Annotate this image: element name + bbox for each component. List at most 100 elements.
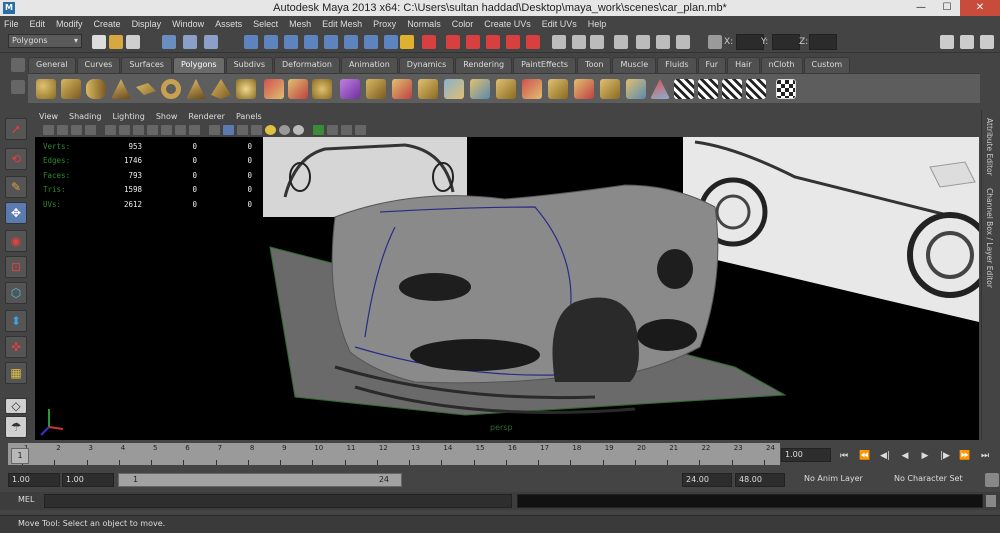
poly-sphere-icon[interactable] [36,79,56,99]
merge-vertices-icon[interactable] [522,79,542,99]
film-gate-icon[interactable] [119,125,130,135]
render-view-icon[interactable] [506,35,520,49]
preferences-icon[interactable] [985,473,999,487]
move-tool-icon[interactable]: ✥ [5,202,27,224]
outliner-layout-icon[interactable]: ☂ [5,416,27,438]
menu-assets[interactable]: Assets [215,19,242,29]
insert-edge-loop-icon[interactable] [470,79,490,99]
rotate-tool-icon[interactable]: ◉ [5,230,27,252]
select-tool-icon[interactable]: ➚ [5,118,27,140]
render-current-frame-icon[interactable] [422,35,436,49]
snap-point-icon[interactable] [284,35,298,49]
menu-proxy[interactable]: Proxy [373,19,396,29]
animation-start-field[interactable]: 1.00 [8,473,60,487]
menu-color[interactable]: Color [452,19,474,29]
panel-menu-panels[interactable]: Panels [236,110,262,123]
select-hierarchy-icon[interactable] [162,35,176,49]
menu-edit-uvs[interactable]: Edit UVs [542,19,577,29]
shadows-icon[interactable] [279,125,290,135]
render-settings-icon[interactable] [466,35,480,49]
smooth-shade-icon[interactable] [676,35,690,49]
shelf-tab-hair[interactable]: Hair [727,57,760,73]
close-button[interactable]: ✕ [960,0,1000,16]
grid-toggle-icon[interactable] [105,125,116,135]
menu-create-uvs[interactable]: Create UVs [484,19,531,29]
panel-menu-lighting[interactable]: Lighting [112,110,144,123]
menu-normals[interactable]: Normals [407,19,441,29]
xray-icon[interactable] [327,125,338,135]
automatic-mapping-icon[interactable] [746,79,766,99]
layout-four-icon[interactable] [572,35,586,49]
poly-cone-icon[interactable] [111,79,131,99]
shelf-tab-fur[interactable]: Fur [697,57,727,73]
snap-curve-icon[interactable] [264,35,278,49]
output-ops-icon[interactable] [384,35,398,49]
wireframe-on-shaded-icon[interactable] [237,125,248,135]
shelf-tab-general[interactable]: General [28,57,76,73]
shelf-tab-dynamics[interactable]: Dynamics [398,57,455,73]
layout-single-icon[interactable] [552,35,566,49]
step-back-key-button[interactable]: ⏪ [858,450,872,462]
bookmarks-icon[interactable] [71,125,82,135]
use-all-lights-icon[interactable] [265,125,276,135]
render-globals-icon[interactable] [526,35,540,49]
triangulate-icon[interactable] [626,79,646,99]
play-forwards-button[interactable]: ▶ [918,450,932,462]
shelf-tab-subdivs[interactable]: Subdivs [225,57,274,73]
fill-hole-icon[interactable] [600,79,620,99]
backface-culling-icon[interactable] [355,125,366,135]
single-perspective-layout-icon[interactable]: ◇ [5,398,27,414]
mel-label[interactable]: MEL [18,495,34,504]
wireframe-shading-icon[interactable] [209,125,220,135]
uv-texture-editor-icon[interactable] [776,79,796,99]
poly-pyramid-icon[interactable] [211,79,231,99]
shelf-menu-icon[interactable] [11,58,25,72]
select-component-icon[interactable] [204,35,218,49]
anim-layer-dropdown[interactable]: No Anim Layer [801,473,885,487]
ipr-render-icon[interactable] [446,35,460,49]
current-time-field[interactable]: 1.00 [781,448,831,462]
menu-edit[interactable]: Edit [30,19,46,29]
poly-prism-icon[interactable] [186,79,206,99]
step-forward-key-button[interactable]: ⏩ [958,450,972,462]
append-polygon-icon[interactable] [418,79,438,99]
panel-menu-view[interactable]: View [39,110,58,123]
snap-view-plane-icon[interactable] [304,35,318,49]
shelf-tab-animation[interactable]: Animation [340,57,398,73]
scale-tool-icon[interactable]: ⊡ [5,256,27,278]
shelf-tab-custom[interactable]: Custom [803,57,851,73]
select-camera-icon[interactable] [43,125,54,135]
x-field[interactable] [736,34,764,50]
separate-icon[interactable] [288,79,308,99]
cylindrical-mapping-icon[interactable] [698,79,718,99]
snap-grid-icon[interactable] [244,35,258,49]
tool-settings-toggle-icon[interactable] [960,35,974,49]
poly-cube-icon[interactable] [61,79,81,99]
time-slider[interactable]: 123456789101112131415161718192021222324 [8,443,780,465]
current-frame-marker[interactable]: 1 [11,448,29,464]
lasso-tool-icon[interactable]: ⟲ [5,148,27,170]
last-tool-used-icon[interactable]: ⬍ [5,310,27,332]
snapshot-icon[interactable] [636,35,650,49]
shelf-tab-curves[interactable]: Curves [76,57,121,73]
shelf-tab-deformation[interactable]: Deformation [274,57,340,73]
bevel-icon[interactable] [548,79,568,99]
offset-edge-loop-icon[interactable] [496,79,516,99]
select-object-icon[interactable] [183,35,197,49]
smooth-icon[interactable] [340,79,360,99]
shelf-tab-polygons[interactable]: Polygons [172,57,225,73]
camera-attributes-icon[interactable] [57,125,68,135]
shelf-tab-painteffects[interactable]: PaintEffects [513,57,577,73]
field-chart-icon[interactable] [161,125,172,135]
safe-title-icon[interactable] [189,125,200,135]
shelf-tab-muscle[interactable]: Muscle [612,57,657,73]
textured-icon[interactable] [251,125,262,135]
step-back-frame-button[interactable]: ◀| [878,450,892,462]
paint-select-tool-icon[interactable]: ✎ [5,176,27,198]
input-ops-icon[interactable] [364,35,378,49]
go-to-end-button[interactable]: ⏭ [978,450,992,462]
spherical-mapping-icon[interactable] [722,79,742,99]
make-live-icon[interactable] [324,35,338,49]
xray-joints-icon[interactable] [341,125,352,135]
go-to-start-button[interactable]: ⏮ [837,450,851,462]
